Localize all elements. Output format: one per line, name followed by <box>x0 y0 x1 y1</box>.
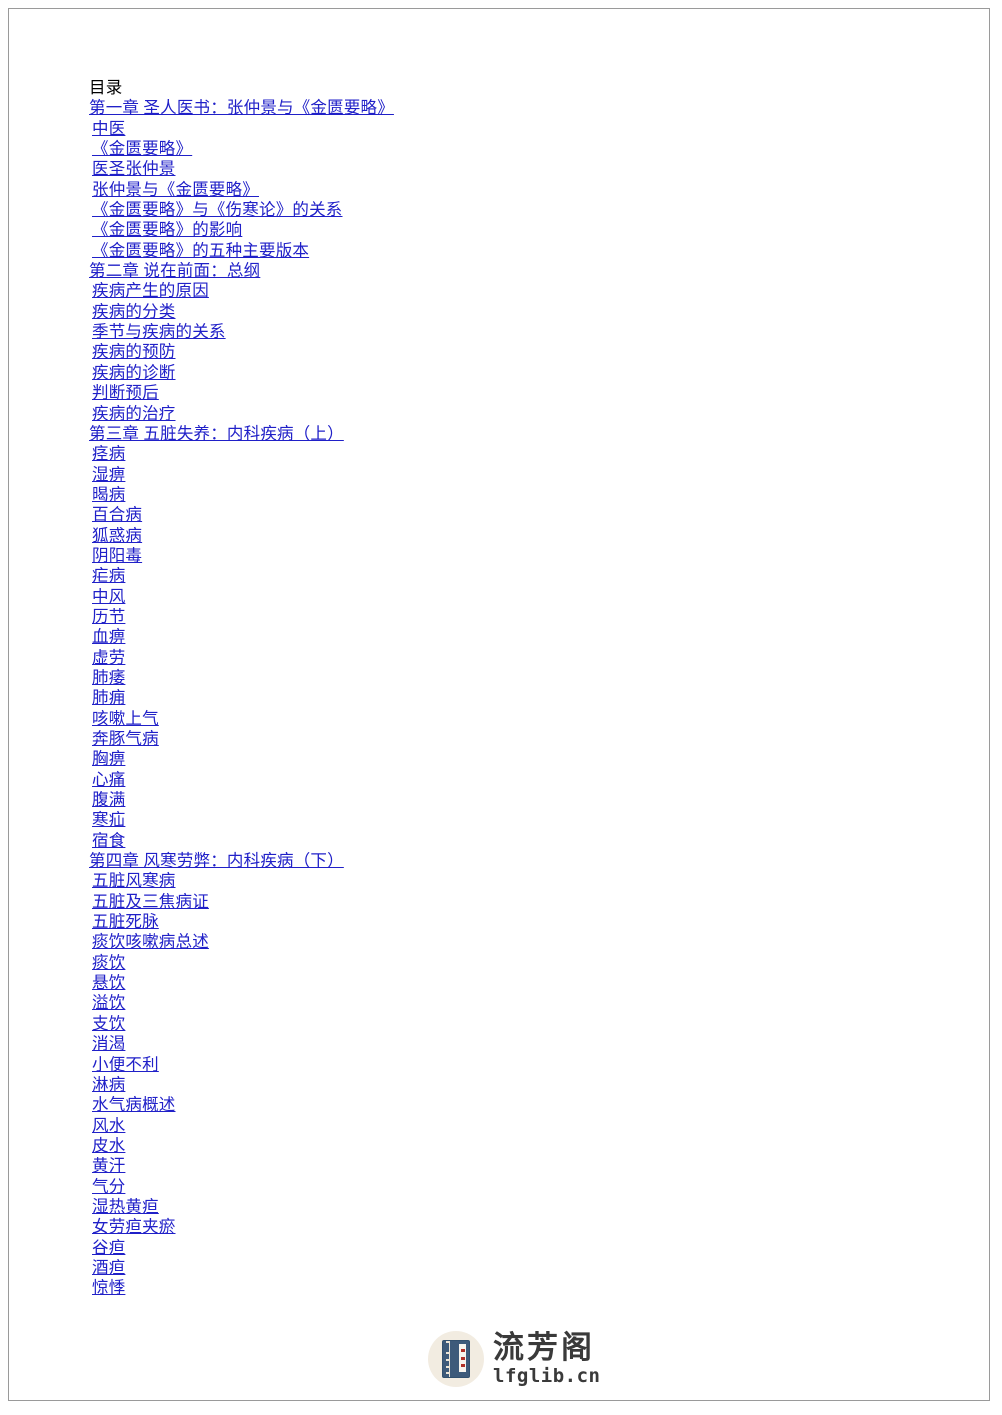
label-mark <box>460 1364 465 1368</box>
book-badge <box>428 1331 484 1387</box>
toc-section-link[interactable]: 疾病的预防 <box>89 342 176 362</box>
toc-section-link[interactable]: 五脏及三焦病证 <box>89 892 209 912</box>
toc-chapter-link[interactable]: 第一章 圣人医书：张仲景与《金匮要略》 <box>89 98 394 118</box>
toc-section-link[interactable]: 《金匮要略》的影响 <box>89 220 242 240</box>
toc-section-link[interactable]: 张仲景与《金匮要略》 <box>89 180 259 200</box>
toc-section-link[interactable]: 水气病概述 <box>89 1095 176 1115</box>
toc-section-link[interactable]: 《金匮要略》与《伤寒论》的关系 <box>89 200 343 220</box>
toc-section-link[interactable]: 虚劳 <box>89 648 125 668</box>
label-mark <box>460 1348 465 1352</box>
toc-section-link[interactable]: 肺痈 <box>89 688 125 708</box>
toc-section-link[interactable]: 判断预后 <box>89 383 159 403</box>
toc-section-link[interactable]: 奔豚气病 <box>89 729 159 749</box>
toc-section-link[interactable]: 阴阳毒 <box>89 546 142 566</box>
toc-section-link[interactable]: 宿食 <box>89 831 125 851</box>
toc-entry-list: 第一章 圣人医书：张仲景与《金匮要略》 中医 《金匮要略》 医圣张仲景 张仲景与《金匮要… <box>89 98 909 1298</box>
toc-section-link[interactable]: 医圣张仲景 <box>89 159 176 179</box>
page-title: 目录 <box>89 78 123 97</box>
book-stitch <box>446 1372 449 1374</box>
toc-section-link[interactable]: 腹满 <box>89 790 125 810</box>
toc-section-link[interactable]: 狐惑病 <box>89 526 142 546</box>
toc-section-link[interactable]: 五脏死脉 <box>89 912 159 932</box>
toc-chapter-link[interactable]: 第三章 五脏失养：内科疾病（上） <box>89 424 344 444</box>
toc-section-link[interactable]: 五脏风寒病 <box>89 871 176 891</box>
toc-section-link[interactable]: 痉病 <box>89 444 125 464</box>
toc-section-link[interactable]: 黄汗 <box>89 1156 125 1176</box>
toc-section-link[interactable]: 消渴 <box>89 1034 125 1054</box>
toc-section-link[interactable]: 淋病 <box>89 1075 125 1095</box>
brand-name: 流芳阁 <box>493 1329 595 1366</box>
toc-section-link[interactable]: 湿热黄疸 <box>89 1197 159 1217</box>
toc-section-link[interactable]: 支饮 <box>89 1014 125 1034</box>
toc-section-link[interactable]: 《金匮要略》的五种主要版本 <box>89 241 309 261</box>
toc-section-link[interactable]: 疟病 <box>89 566 125 586</box>
toc-section-link[interactable]: 百合病 <box>89 505 142 525</box>
book-stitch <box>446 1341 449 1343</box>
toc-section-link[interactable]: 疾病产生的原因 <box>89 281 209 301</box>
brand-url: lfglib.cn <box>493 1365 601 1388</box>
toc-section-link[interactable]: 《金匮要略》 <box>89 139 192 159</box>
toc-section-link[interactable]: 惊悸 <box>89 1278 125 1298</box>
thread-bound-book-icon <box>443 1341 469 1377</box>
toc-section-link[interactable]: 气分 <box>89 1177 125 1197</box>
toc-section-link[interactable]: 溢饮 <box>89 993 125 1013</box>
toc-section-link[interactable]: 疾病的诊断 <box>89 363 176 383</box>
toc-section-link[interactable]: 血痹 <box>89 627 125 647</box>
toc-section-link[interactable]: 历节 <box>89 607 125 627</box>
toc-section-link[interactable]: 疾病的分类 <box>89 302 176 322</box>
book-stitch <box>446 1366 449 1368</box>
book-stitch <box>446 1359 449 1361</box>
toc-section-link[interactable]: 疾病的治疗 <box>89 404 176 424</box>
toc-section-link[interactable]: 痰饮咳嗽病总述 <box>89 932 209 952</box>
label-mark <box>460 1356 465 1360</box>
toc-section-link[interactable]: 咳嗽上气 <box>89 709 159 729</box>
toc-section-link[interactable]: 痰饮 <box>89 953 125 973</box>
toc-section-link[interactable]: 皮水 <box>89 1136 125 1156</box>
toc-chapter-link[interactable]: 第四章 风寒劳弊：内科疾病（下） <box>89 851 344 871</box>
site-watermark-logo: 流芳阁 lfglib.cn <box>428 1331 600 1387</box>
document-page: 目录 第一章 圣人医书：张仲景与《金匮要略》 中医 《金匮要略》 医圣张仲景 张仲景与《… <box>8 8 990 1401</box>
toc-section-link[interactable]: 风水 <box>89 1116 125 1136</box>
toc-section-link[interactable]: 小便不利 <box>89 1055 159 1075</box>
toc-section-link[interactable]: 湿痹 <box>89 465 125 485</box>
toc-section-link[interactable]: 中风 <box>89 587 125 607</box>
toc-section-link[interactable]: 中医 <box>89 119 125 139</box>
toc-section-link[interactable]: 女劳疸夹瘀 <box>89 1217 176 1237</box>
book-title-label <box>459 1344 466 1372</box>
toc-section-link[interactable]: 悬饮 <box>89 973 125 993</box>
toc-section-link[interactable]: 寒疝 <box>89 810 125 830</box>
toc-section-link[interactable]: 肺痿 <box>89 668 125 688</box>
toc-section-link[interactable]: 季节与疾病的关系 <box>89 322 226 342</box>
book-stitch <box>446 1352 449 1354</box>
toc-section-link[interactable]: 胸痹 <box>89 749 125 769</box>
toc-section-link[interactable]: 暍病 <box>89 485 125 505</box>
toc-section-link[interactable]: 谷疸 <box>89 1238 125 1258</box>
table-of-contents: 目录 第一章 圣人医书：张仲景与《金匮要略》 中医 《金匮要略》 医圣张仲景 张仲景与《… <box>89 78 909 1299</box>
toc-section-link[interactable]: 酒疸 <box>89 1258 125 1278</box>
toc-chapter-link[interactable]: 第二章 说在前面：总纲 <box>89 261 260 281</box>
brand-text: 流芳阁 lfglib.cn <box>493 1332 600 1387</box>
toc-section-link[interactable]: 心痛 <box>89 770 125 790</box>
